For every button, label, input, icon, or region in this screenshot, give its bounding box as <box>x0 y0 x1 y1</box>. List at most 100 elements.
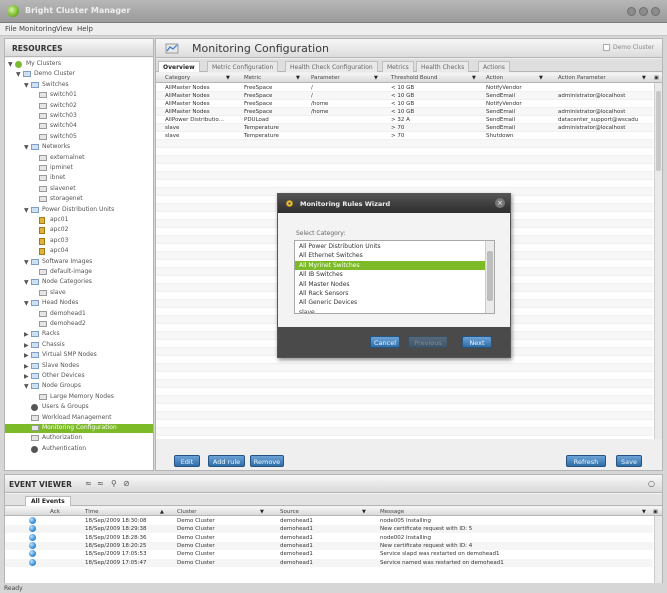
expand-toggle-icon[interactable]: ▼ <box>24 207 29 214</box>
events-scrollbar[interactable] <box>654 516 662 583</box>
table-row[interactable]: slave Temperature > 70 Shutdown <box>156 132 653 140</box>
tab-health-check-configuration[interactable]: Health Check Configuration <box>285 61 378 72</box>
col-action-parameter[interactable]: Action Parameter <box>558 75 606 81</box>
tree-item[interactable]: ▼ Networks <box>5 143 153 152</box>
event-column-chooser-icon[interactable]: ▣ <box>653 509 658 515</box>
scroll-thumb[interactable] <box>656 91 661 171</box>
tree-item[interactable]: Monitoring Configuration <box>5 424 153 433</box>
sort-metric-icon[interactable]: ▼ <box>296 75 300 81</box>
tab-actions[interactable]: Actions <box>478 61 510 72</box>
event-row[interactable]: 18/Sep/2009 17:05:47 Demo Cluster demohead… <box>5 558 653 567</box>
tree-item[interactable]: ▼ Head Nodes <box>5 299 153 308</box>
tree-item[interactable]: switch03 <box>5 112 153 121</box>
clear-filter-icon[interactable]: ⊘ <box>123 479 130 488</box>
ack-icon[interactable]: ≈ <box>85 479 92 488</box>
col-parameter[interactable]: Parameter <box>311 75 340 81</box>
tree-item[interactable]: ▶ Virtual SMP Nodes <box>5 351 153 360</box>
tab-metrics[interactable]: Metrics <box>382 61 414 72</box>
table-row[interactable]: AllMaster Nodes FreeSpace / < 10 GB NotifyVe… <box>156 84 653 92</box>
col-cluster[interactable]: Cluster <box>177 509 197 515</box>
menu-help[interactable]: Help <box>77 25 93 33</box>
tree-item[interactable]: ▶ Slave Nodes <box>5 362 153 371</box>
tab-metric-configuration[interactable]: Metric Configuration <box>207 61 279 72</box>
tree-item[interactable]: storagenet <box>5 195 153 204</box>
collapse-toggle-icon[interactable]: ▶ <box>24 363 29 370</box>
category-scroll-thumb[interactable] <box>487 251 493 301</box>
category-list-item[interactable]: All IB Switches <box>295 270 485 279</box>
table-row[interactable]: AllMaster Nodes FreeSpace/home < 10 GB Send… <box>156 108 653 116</box>
sort-source-icon[interactable]: ▼ <box>362 509 366 515</box>
expand-toggle-icon[interactable]: ▼ <box>16 71 21 78</box>
expand-toggle-icon[interactable]: ▼ <box>24 279 29 286</box>
menu-monitoring[interactable]: Monitoring <box>19 25 56 33</box>
add-rule-button[interactable]: Add rule <box>208 455 245 467</box>
sort-category-icon[interactable]: ▼ <box>226 75 230 81</box>
tree-item[interactable]: ▶ Chassis <box>5 341 153 350</box>
tree-item[interactable]: apc04 <box>5 247 153 256</box>
tree-item[interactable]: ▶ Other Devices <box>5 372 153 381</box>
col-metric[interactable]: Metric <box>244 75 261 81</box>
tree-item[interactable]: ibnet <box>5 174 153 183</box>
refresh-button[interactable]: Refresh <box>566 455 606 467</box>
tree-item[interactable]: default-image <box>5 268 153 277</box>
tree-item[interactable]: ▼ Software Images <box>5 258 153 267</box>
tab-health-checks[interactable]: Health Checks <box>416 61 470 72</box>
tree-item[interactable]: demohead1 <box>5 310 153 319</box>
col-action[interactable]: Action <box>486 75 503 81</box>
category-list-item[interactable]: All Power Distribution Units <box>295 242 485 251</box>
col-category[interactable]: Category <box>165 75 190 81</box>
table-row[interactable]: AllMaster Nodes FreeSpace / < 10 GB SendEmai… <box>156 92 653 100</box>
tree-item[interactable]: apc03 <box>5 237 153 246</box>
tree-item[interactable]: slave <box>5 289 153 298</box>
tree-item[interactable]: ▼ Switches <box>5 81 153 90</box>
tree-item[interactable]: ▼ My Clusters <box>5 60 153 69</box>
event-row[interactable]: 18/Sep/2009 18:28:36 Demo Cluster demohead… <box>5 533 653 542</box>
table-row[interactable]: AllMaster Nodes FreeSpace/home < 10 GB Noti… <box>156 100 653 108</box>
column-chooser-icon[interactable]: ▣ <box>654 75 659 81</box>
event-row[interactable]: 18/Sep/2009 17:05:53 Demo Cluster demohead… <box>5 550 653 558</box>
col-time[interactable]: Time <box>85 509 98 515</box>
close-window-icon[interactable] <box>651 7 660 16</box>
next-button[interactable]: Next <box>462 336 492 348</box>
category-list-item[interactable]: All Generic Devices <box>295 298 485 307</box>
event-row[interactable]: 18/Sep/2009 18:30:08 Demo Cluster demohead… <box>5 517 653 525</box>
table-row[interactable]: slave Temperature > 70 SendEmail administrat… <box>156 124 653 132</box>
expand-toggle-icon[interactable]: ▼ <box>24 259 29 266</box>
tree-item[interactable]: ▼ Power Distribution Units <box>5 206 153 215</box>
collapse-toggle-icon[interactable]: ▶ <box>24 373 29 380</box>
tree-item[interactable]: ▶ Racks <box>5 330 153 339</box>
cancel-button[interactable]: Cancel <box>370 336 400 348</box>
tree-item[interactable]: slavenet <box>5 185 153 194</box>
category-list-item[interactable]: slave <box>295 308 485 313</box>
minimize-icon[interactable] <box>627 7 636 16</box>
previous-button[interactable]: Previous <box>408 336 448 348</box>
tree-item[interactable]: ▼ Node Categories <box>5 278 153 287</box>
category-listbox[interactable]: slave All Generic Devices All Rack Sensors… <box>294 240 495 314</box>
sort-cluster-icon[interactable]: ▼ <box>260 509 264 515</box>
ack-all-icon[interactable]: ≈ <box>97 479 104 488</box>
expand-toggle-icon[interactable]: ▼ <box>24 82 29 89</box>
sort-message-icon[interactable]: ▼ <box>642 509 646 515</box>
collapse-toggle-icon[interactable]: ▶ <box>24 352 29 359</box>
tree-item[interactable]: demohead2 <box>5 320 153 329</box>
category-list-item[interactable]: All Ethernet Switches <box>295 251 485 260</box>
tree-item[interactable]: switch04 <box>5 122 153 131</box>
tree-item[interactable]: Authorization <box>5 434 153 443</box>
close-icon[interactable]: × <box>495 198 505 208</box>
tree-item[interactable]: Large Memory Nodes <box>5 393 153 402</box>
menu-file[interactable]: File <box>5 25 17 33</box>
sort-action-icon[interactable]: ▼ <box>539 75 543 81</box>
sort-time-icon[interactable]: ▲ <box>160 509 164 515</box>
tab-overview[interactable]: Overview <box>158 61 200 72</box>
detach-icon[interactable]: ○ <box>648 479 655 488</box>
category-list-item[interactable]: All Rack Sensors <box>295 289 485 298</box>
tree-item[interactable]: Workload Management <box>5 414 153 423</box>
maximize-icon[interactable] <box>639 7 648 16</box>
edit-button[interactable]: Edit <box>174 455 200 467</box>
menu-view[interactable]: View <box>56 25 73 33</box>
rules-table-scrollbar[interactable] <box>654 83 662 439</box>
col-source[interactable]: Source <box>280 509 299 515</box>
tree-item[interactable]: apc01 <box>5 216 153 225</box>
tree-item[interactable]: ▼ Demo Cluster <box>5 70 153 79</box>
tree-item[interactable]: Authentication <box>5 445 153 454</box>
